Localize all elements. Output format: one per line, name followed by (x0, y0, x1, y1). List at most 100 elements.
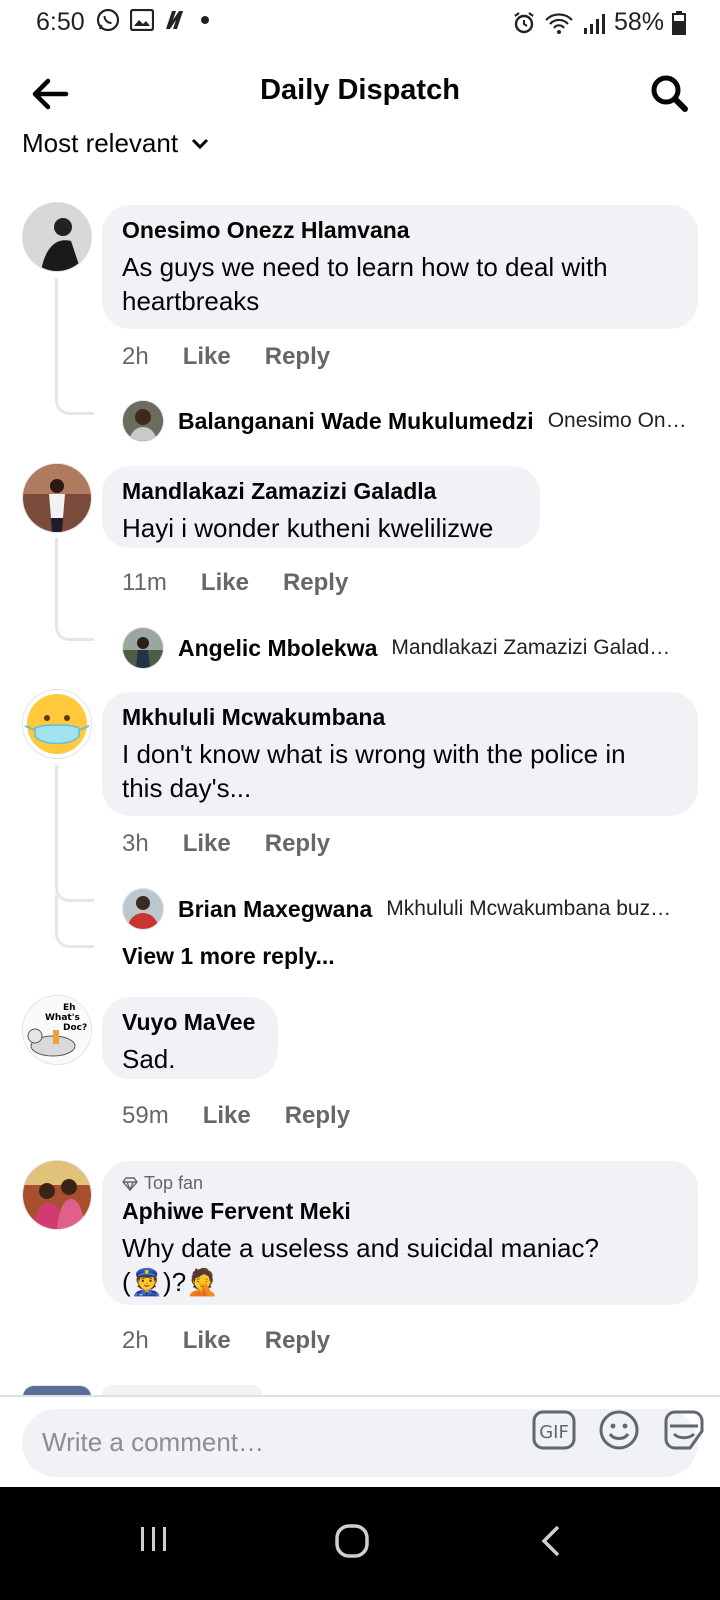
page-title: Daily Dispatch (260, 74, 460, 106)
recent-apps-icon[interactable] (138, 1523, 170, 1560)
reply-preview[interactable]: Brian Maxegwana Mkhululi Mcwakumbana buz… (122, 888, 671, 930)
search-icon[interactable] (646, 70, 694, 118)
comment-time: 59m (122, 1102, 169, 1129)
sort-dropdown[interactable]: Most relevant (22, 128, 210, 159)
comment-text-line: Sad. (122, 1044, 176, 1074)
comment-text: I don't know what is wrong with the poli… (122, 737, 678, 805)
dot-icon (200, 15, 210, 25)
comment-text-line: Hayi i wonder kutheni kwelilizwe (122, 513, 494, 543)
like-button[interactable]: Like (201, 569, 249, 597)
sort-label: Most relevant (22, 128, 179, 158)
comment-bubble-partial (102, 1385, 262, 1395)
comment-bubble[interactable]: Mkhululi Mcwakumbana I don't know what i… (102, 692, 698, 816)
avatar-caption-text: What's (45, 1013, 80, 1023)
comment-actions: 3h Like Reply (122, 830, 330, 858)
status-bar: 6:50 58% (0, 0, 720, 46)
comment-text-line: heartbreaks (122, 286, 260, 316)
reply-author[interactable]: Angelic Mbolekwa (178, 635, 377, 662)
comment-text-line: this day's... (122, 773, 252, 803)
gallery-icon (130, 9, 154, 31)
comment-time: 2h (122, 343, 149, 370)
comment-author[interactable]: Vuyo MaVee (122, 1009, 258, 1036)
reply-button[interactable]: Reply (283, 569, 348, 597)
battery-icon (672, 10, 686, 35)
reply-author[interactable]: Balanganani Wade Mukulumedzi (178, 408, 534, 435)
avatar[interactable]: Eh What's Doc? (22, 995, 92, 1065)
reply-button[interactable]: Reply (265, 343, 330, 371)
notification-icons (96, 8, 210, 32)
avatar (122, 888, 164, 930)
avatar (122, 627, 164, 669)
chevron-down-icon (190, 137, 210, 151)
comment-text: Why date a useless and suicidal maniac? … (122, 1231, 678, 1299)
like-button[interactable]: Like (183, 830, 231, 858)
avatar[interactable] (22, 1160, 92, 1230)
thread-line (55, 538, 94, 641)
top-fan-label: Top fan (144, 1173, 204, 1193)
like-button[interactable]: Like (183, 1327, 231, 1355)
comment-time: 3h (122, 830, 149, 857)
reply-button[interactable]: Reply (265, 830, 330, 858)
avatar-caption-text: Doc? (63, 1023, 87, 1033)
status-time: 6:50 (36, 8, 85, 36)
view-more-replies-link[interactable]: View 1 more reply... (122, 943, 335, 970)
signal-icon (582, 12, 606, 34)
system-icons: 58% (512, 8, 686, 37)
gif-label: GIF (539, 1422, 569, 1443)
avatar[interactable] (22, 202, 92, 272)
comment-time: 2h (122, 1327, 149, 1354)
comment-actions: 2h Like Reply (122, 1327, 330, 1355)
composer-tools: GIF (532, 1409, 706, 1451)
comment-bubble[interactable]: Onesimo Onezz Hlamvana As guys we need t… (102, 205, 698, 329)
avatar[interactable] (22, 689, 92, 759)
comment-actions: 2h Like Reply (122, 343, 330, 371)
like-button[interactable]: Like (203, 1102, 251, 1130)
reply-author[interactable]: Brian Maxegwana (178, 896, 372, 923)
comment-text-line: I don't know what is wrong with the poli… (122, 739, 626, 769)
like-button[interactable]: Like (183, 343, 231, 371)
gif-icon[interactable]: GIF (532, 1410, 576, 1450)
comment-bubble[interactable]: Top fan Aphiwe Fervent Meki Why date a u… (102, 1161, 698, 1305)
emoji-icon[interactable] (598, 1409, 640, 1451)
battery-percent: 58% (613, 8, 664, 36)
thread-line (55, 278, 94, 415)
sticker-icon[interactable] (662, 1409, 706, 1451)
reply-preview[interactable]: Balanganani Wade Mukulumedzi Onesimo On… (122, 400, 687, 442)
diamond-icon (122, 1176, 138, 1191)
app-bar: Daily Dispatch (0, 60, 720, 124)
wifi-icon (544, 11, 574, 35)
reply-button[interactable]: Reply (265, 1327, 330, 1355)
reply-snippet: Onesimo On… (547, 409, 687, 432)
comment-text: Sad. (122, 1042, 258, 1076)
system-nav-bar (0, 1487, 720, 1600)
comment-bubble[interactable]: Vuyo MaVee Sad. (102, 997, 278, 1079)
avatar-caption-text: Eh (63, 1003, 76, 1013)
comment-bubble[interactable]: Mandlakazi Zamazizi Galadla Hayi i wonde… (102, 466, 540, 548)
comment-text-line: (👮)?🤦 (122, 1267, 219, 1297)
avatar (122, 400, 164, 442)
whatsapp-icon (96, 8, 120, 32)
reply-preview[interactable]: Angelic Mbolekwa Mandlakazi Zamazizi Gal… (122, 627, 670, 669)
comment-composer: Write a comment… GIF (0, 1395, 720, 1489)
avatar[interactable] (22, 463, 92, 533)
reply-snippet: Mkhululi Mcwakumbana buz… (386, 897, 672, 920)
comment-author[interactable]: Aphiwe Fervent Meki (122, 1198, 678, 1225)
comment-text: Hayi i wonder kutheni kwelilizwe (122, 511, 520, 545)
comment-author[interactable]: Mkhululi Mcwakumbana (122, 704, 678, 731)
thread-line (55, 895, 94, 948)
home-icon[interactable] (334, 1523, 370, 1564)
comment-actions: 11m Like Reply (122, 569, 348, 597)
thread-line (55, 765, 94, 902)
back-nav-icon[interactable] (536, 1523, 566, 1564)
reply-button[interactable]: Reply (285, 1102, 350, 1130)
reply-snippet: Mandlakazi Zamazizi Galad… (391, 636, 671, 659)
comment-author[interactable]: Onesimo Onezz Hlamvana (122, 217, 678, 244)
comment-text-line: Why date a useless and suicidal maniac? (122, 1233, 599, 1263)
comment-text: As guys we need to learn how to deal wit… (122, 250, 678, 318)
comment-author[interactable]: Mandlakazi Zamazizi Galadla (122, 478, 520, 505)
top-fan-badge: Top fan (122, 1173, 678, 1194)
comment-placeholder: Write a comment… (42, 1427, 265, 1457)
news-app-icon (164, 9, 190, 31)
alarm-icon (512, 11, 536, 35)
comment-text-line: As guys we need to learn how to deal wit… (122, 252, 608, 282)
